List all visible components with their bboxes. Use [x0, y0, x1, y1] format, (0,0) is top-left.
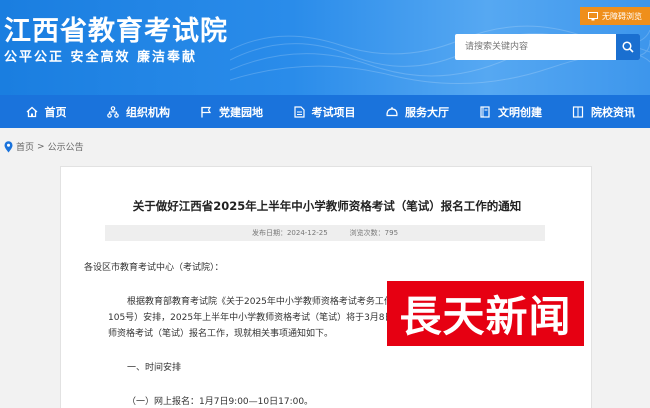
nav-label-civilization: 文明创建: [498, 105, 542, 119]
nav-label-news: 院校资讯: [591, 105, 635, 119]
nav-label-home: 首页: [44, 105, 67, 119]
nav-label-organization: 组织机构: [126, 105, 170, 119]
news-icon: [572, 105, 584, 118]
monitor-icon: [588, 11, 598, 20]
home-icon: [26, 106, 37, 117]
org-chart-icon: [107, 105, 119, 118]
nav-label-exams: 考试项目: [311, 105, 356, 119]
search-icon: [622, 41, 634, 53]
book-icon: [480, 105, 490, 118]
publish-date-value: 2024-12-25: [286, 229, 328, 237]
search-box: [455, 34, 640, 60]
nav-item-services[interactable]: 服务大厅: [371, 95, 464, 128]
nav-label-services: 服务大厅: [405, 105, 449, 119]
view-count-value: 795: [384, 229, 399, 237]
publish-date-label: 发布日期：: [251, 229, 287, 237]
site-title[interactable]: 江西省教育考试院: [4, 9, 228, 48]
main-nav: 首页 组织机构 党建园地 考试项目 服务大厅 文明创建 院校资讯: [0, 95, 650, 128]
view-count-label: 浏览次数：: [349, 229, 385, 237]
location-pin-icon: [4, 140, 13, 152]
nav-item-news[interactable]: 院校资讯: [557, 95, 650, 128]
site-slogan: 公平公正 安全高效 廉洁奉献: [4, 50, 198, 65]
service-icon: [386, 106, 398, 116]
search-input[interactable]: [455, 34, 615, 60]
article-body-line: 根据教育部教育考试院《关于2025年中小学教师资格考试考务工作: [127, 297, 393, 307]
nav-item-organization[interactable]: 组织机构: [92, 95, 185, 128]
breadcrumb: 首页 > 公示公告: [4, 140, 84, 153]
party-flag-icon: [201, 106, 212, 117]
article-body-line: 105号）安排，2025年上半年中小学教师资格考试（笔试）将于3月8日: [108, 313, 394, 323]
nav-item-party[interactable]: 党建园地: [185, 95, 278, 128]
breadcrumb-home-link[interactable]: 首页: [16, 140, 34, 153]
article-meta-bar: 发布日期：2024-12-25 浏览次数：795: [105, 225, 545, 241]
watermark-text: 長天新闻: [399, 292, 572, 341]
article-body-line: 师资格考试（笔试）报名工作，现就相关事项通知如下。: [108, 329, 334, 339]
breadcrumb-current[interactable]: 公示公告: [48, 140, 84, 153]
accessibility-button[interactable]: 无障碍浏览: [580, 7, 650, 25]
section-heading: 一、时间安排: [127, 363, 182, 373]
accessibility-label: 无障碍浏览: [602, 11, 642, 21]
breadcrumb-separator: >: [37, 141, 45, 152]
nav-item-exams[interactable]: 考试项目: [278, 95, 371, 128]
nav-item-civilization[interactable]: 文明创建: [464, 95, 557, 128]
nav-label-party: 党建园地: [219, 105, 263, 119]
section-item: （一）网上报名：1月7日9:00—10日17:00。: [127, 397, 314, 407]
view-count: 浏览次数：795: [350, 228, 398, 238]
document-icon: [293, 105, 305, 118]
article-title: 关于做好江西省2025年上半年中小学教师资格考试（笔试）报名工作的通知: [132, 199, 522, 213]
nav-item-home[interactable]: 首页: [0, 95, 92, 128]
changtian-news-logo: 長天新闻: [387, 281, 584, 346]
search-button[interactable]: [616, 34, 640, 60]
article-salutation: 各设区市教育考试中心（考试院）：: [84, 263, 224, 273]
site-header: 江西省教育考试院 公平公正 安全高效 廉洁奉献 无障碍浏览: [0, 0, 650, 95]
publish-date: 发布日期：2024-12-25: [252, 228, 328, 238]
